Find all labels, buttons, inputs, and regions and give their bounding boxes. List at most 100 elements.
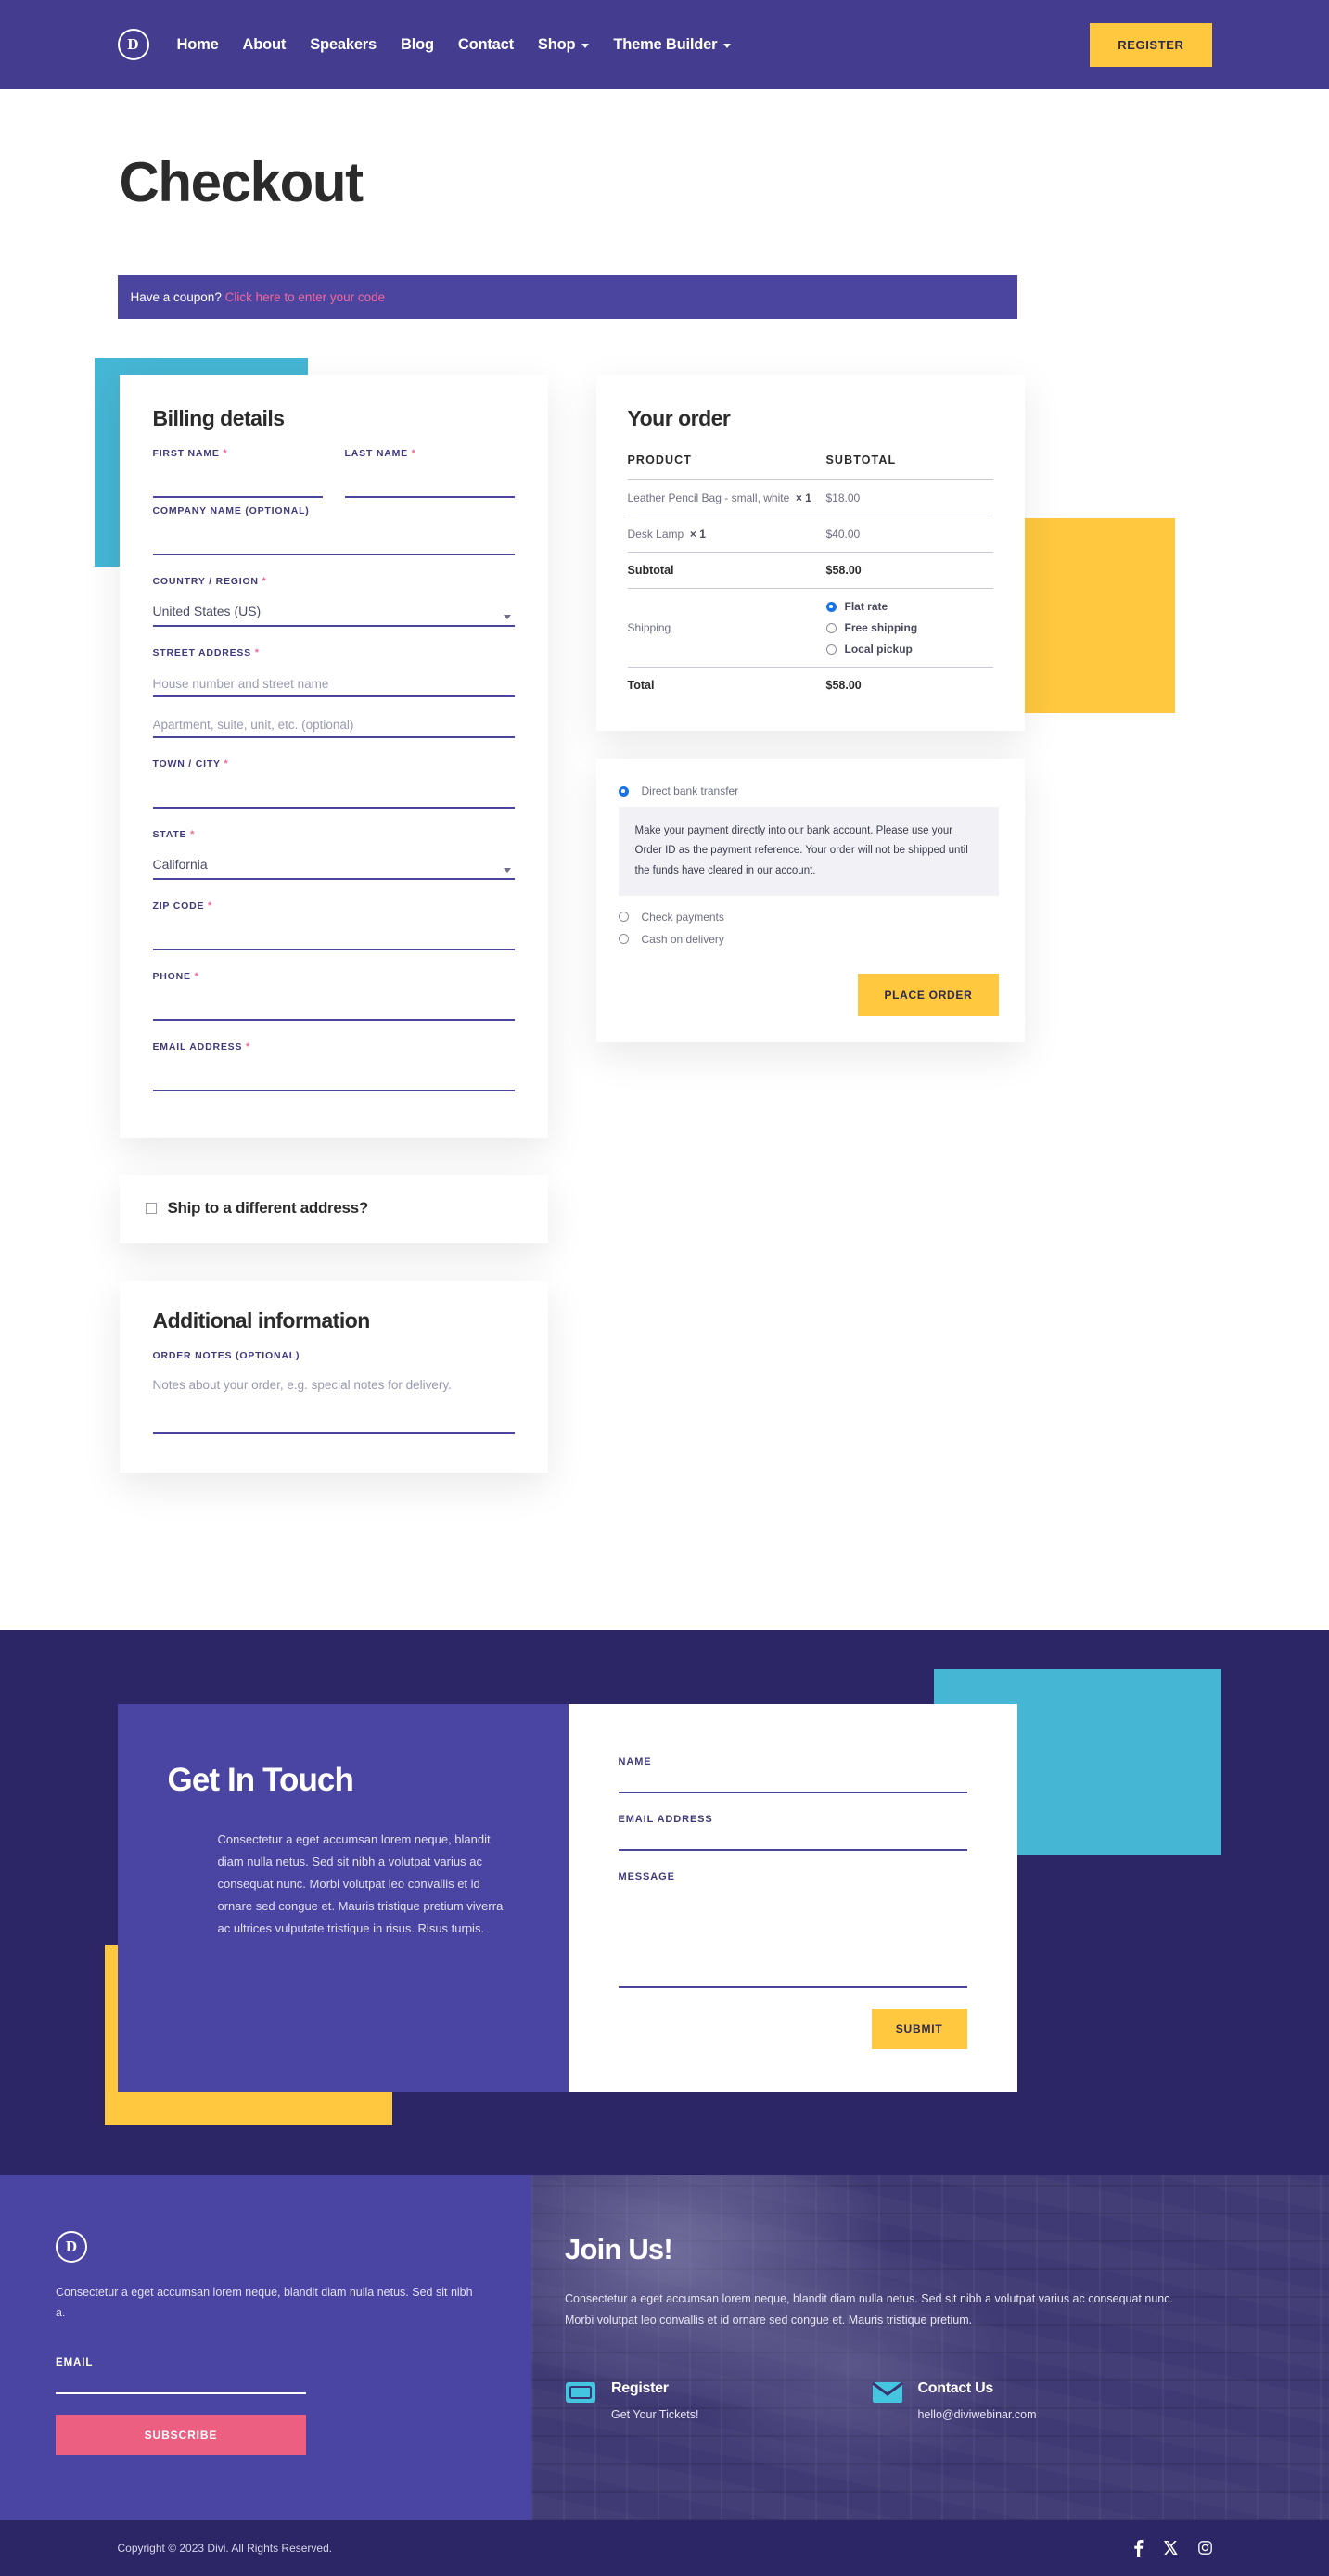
shipping-option-free-shipping[interactable]: Free shipping <box>825 621 993 634</box>
payment-option-direct-bank-transfer[interactable]: Direct bank transfer <box>618 784 999 797</box>
required-mark: * <box>254 647 260 658</box>
chevron-down-icon <box>581 43 590 48</box>
radio-icon[interactable] <box>825 644 837 655</box>
radio-icon[interactable] <box>618 785 629 797</box>
nav-label: Contact <box>457 35 514 53</box>
nav-item-about[interactable]: About <box>243 36 287 54</box>
first-name-label: FIRST NAME * <box>153 448 323 459</box>
street-address-input[interactable] <box>152 675 515 697</box>
footer-join-panel: Join Us! Consectetur a eget accumsan lor… <box>531 2175 1329 2520</box>
state-select-wrap: California <box>152 857 515 880</box>
checkbox-icon[interactable] <box>145 1203 157 1214</box>
blurb-register-sub: Get Your Tickets! <box>611 2408 699 2421</box>
contact-name-input[interactable] <box>618 1780 967 1793</box>
order-item-name: Desk Lamp <box>627 528 684 541</box>
submit-button[interactable]: SUBMIT <box>871 2009 967 2049</box>
shipping-option-flat-rate[interactable]: Flat rate <box>825 600 993 613</box>
last-name-input[interactable] <box>344 476 515 498</box>
total-label: Total <box>627 679 655 692</box>
blurb-register[interactable]: Register Get Your Tickets! <box>565 2378 699 2423</box>
state-label: STATE * <box>153 829 515 840</box>
nav-item-contact[interactable]: Contact <box>458 36 514 54</box>
site-header: D Home About Speakers Blog Contact Shop … <box>0 0 1329 89</box>
newsletter-email-input[interactable] <box>56 2380 306 2394</box>
zip-input[interactable] <box>152 928 515 950</box>
company-label: COMPANY NAME (OPTIONAL) <box>152 505 310 516</box>
coupon-bar: Have a coupon? Click here to enter your … <box>117 275 1017 319</box>
copyright-bar: Copyright © 2023 Divi. All Rights Reserv… <box>0 2519 1329 2576</box>
label-text: LAST NAME <box>344 448 408 459</box>
shipping-options-cell: Flat rate Free shipping Local pickup <box>825 588 993 668</box>
table-row: Leather Pencil Bag - small, white × 1 $1… <box>627 479 993 516</box>
join-us-text: Consectetur a eget accumsan lorem neque,… <box>565 2292 1173 2327</box>
ship-different-address-toggle[interactable]: Ship to a different address? <box>145 1199 522 1218</box>
phone-input[interactable] <box>152 999 515 1021</box>
shipping-row: Shipping Flat rate Free shipping Local p… <box>627 588 993 668</box>
label-text: EMAIL ADDRESS <box>152 1041 243 1052</box>
nav-item-home[interactable]: Home <box>177 36 219 54</box>
header-inner: D Home About Speakers Blog Contact Shop … <box>117 0 1212 89</box>
street-address-2-input[interactable] <box>152 716 515 738</box>
subtotal-row: Subtotal $58.00 <box>627 552 993 589</box>
blurb-register-title: Register <box>611 2380 669 2396</box>
blurb-contact-body: Contact Us hello@diviwebinar.com <box>918 2378 1037 2423</box>
state-select[interactable]: California <box>152 857 515 880</box>
first-name-input[interactable] <box>152 476 323 498</box>
x-twitter-icon[interactable] <box>1163 2541 1178 2556</box>
order-table-body: Leather Pencil Bag - small, white × 1 $1… <box>627 479 993 704</box>
facebook-icon[interactable] <box>1133 2539 1144 2557</box>
envelope-icon <box>871 2380 903 2423</box>
nav-item-shop[interactable]: Shop <box>538 36 590 54</box>
instagram-icon[interactable] <box>1197 2541 1212 2556</box>
radio-icon[interactable] <box>618 934 629 945</box>
required-mark: * <box>223 448 228 459</box>
email-field-group: EMAIL ADDRESS * <box>152 1041 515 1091</box>
shipping-label: Shipping <box>627 588 826 668</box>
divi-logo-icon[interactable]: D <box>117 29 149 60</box>
payment-option-cash-on-delivery[interactable]: Cash on delivery <box>618 932 999 946</box>
billing-column: Billing details FIRST NAME * LAST NAME *… <box>119 375 548 1473</box>
country-select[interactable]: United States (US) <box>152 604 515 627</box>
get-in-touch-section: Get In Touch Consectetur a eget accumsan… <box>0 1630 1329 2175</box>
order-item-name-cell: Leather Pencil Bag - small, white × 1 <box>627 479 826 516</box>
name-field-row: FIRST NAME * LAST NAME * <box>152 448 515 505</box>
nav-label: About <box>242 35 287 53</box>
shipping-option-local-pickup[interactable]: Local pickup <box>825 643 993 656</box>
order-notes-label: ORDER NOTES (OPTIONAL) <box>152 1350 300 1361</box>
last-name-field-group: LAST NAME * <box>344 448 515 498</box>
email-label: EMAIL ADDRESS * <box>153 1041 515 1052</box>
place-order-button[interactable]: PLACE ORDER <box>858 973 999 1016</box>
coupon-link[interactable]: Click here to enter your code <box>225 290 386 304</box>
label-text: TOWN / CITY <box>152 759 221 770</box>
get-in-touch-body: Consectetur a eget accumsan lorem neque,… <box>217 1832 504 1936</box>
order-notes-textarea[interactable] <box>152 1378 515 1434</box>
nav-item-blog[interactable]: Blog <box>401 36 434 54</box>
order-item-name: Leather Pencil Bag - small, white <box>627 491 790 504</box>
payment-option-label: Check payments <box>641 910 724 924</box>
billing-heading: Billing details <box>152 406 286 430</box>
email-input[interactable] <box>152 1069 515 1091</box>
payment-methods-card: Direct bank transfer Make your payment d… <box>595 759 1025 1042</box>
radio-icon[interactable] <box>825 622 837 633</box>
street-label: STREET ADDRESS * <box>153 647 515 658</box>
blurb-contact-us[interactable]: Contact Us hello@diviwebinar.com <box>871 2378 1037 2423</box>
get-in-touch-wrap: Get In Touch Consectetur a eget accumsan… <box>104 1669 1221 2125</box>
radio-icon[interactable] <box>618 912 629 923</box>
nav-item-theme-builder[interactable]: Theme Builder <box>613 36 732 54</box>
copyright-text: Copyright © 2023 Divi. All Rights Reserv… <box>117 2541 333 2555</box>
required-mark: * <box>208 900 213 912</box>
contact-email-input[interactable] <box>618 1838 967 1851</box>
register-button[interactable]: REGISTER <box>1090 22 1212 67</box>
contact-message-textarea[interactable] <box>618 1895 967 1988</box>
subscribe-button[interactable]: SUBSCRIBE <box>56 2414 306 2455</box>
main-navigation: Home About Speakers Blog Contact Shop Th… <box>177 36 732 54</box>
payment-option-check-payments[interactable]: Check payments <box>618 910 999 924</box>
company-input[interactable] <box>152 533 515 555</box>
nav-item-speakers[interactable]: Speakers <box>310 36 377 54</box>
logo-letter: D <box>65 2238 78 2255</box>
city-input[interactable] <box>152 786 515 809</box>
payment-option-label: Cash on delivery <box>641 932 724 946</box>
divi-logo-icon[interactable]: D <box>56 2231 87 2263</box>
country-label: COUNTRY / REGION * <box>153 576 515 587</box>
radio-icon[interactable] <box>825 601 837 612</box>
